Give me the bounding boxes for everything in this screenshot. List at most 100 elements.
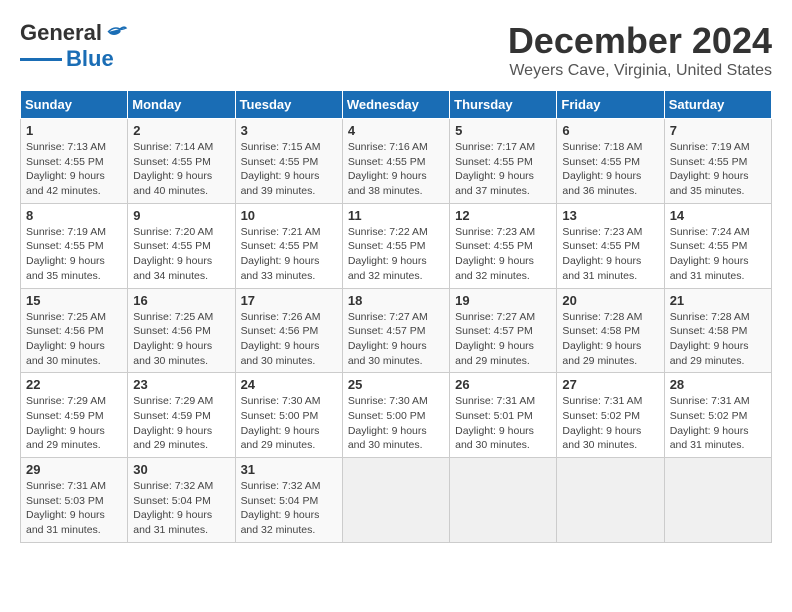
day-number: 29 bbox=[26, 462, 122, 477]
day-info: Sunrise: 7:32 AMSunset: 5:04 PMDaylight:… bbox=[241, 479, 337, 538]
day-info: Sunrise: 7:19 AMSunset: 4:55 PMDaylight:… bbox=[670, 140, 766, 199]
day-info: Sunrise: 7:31 AMSunset: 5:01 PMDaylight:… bbox=[455, 394, 551, 453]
table-row bbox=[450, 458, 557, 543]
table-row: 24Sunrise: 7:30 AMSunset: 5:00 PMDayligh… bbox=[235, 373, 342, 458]
day-info: Sunrise: 7:32 AMSunset: 5:04 PMDaylight:… bbox=[133, 479, 229, 538]
calendar-table: Sunday Monday Tuesday Wednesday Thursday… bbox=[20, 90, 772, 543]
table-row: 5 Sunrise: 7:17 AMSunset: 4:55 PMDaylight… bbox=[450, 119, 557, 204]
calendar-header-row: Sunday Monday Tuesday Wednesday Thursday… bbox=[21, 91, 772, 119]
table-row bbox=[664, 458, 771, 543]
header-thursday: Thursday bbox=[450, 91, 557, 119]
day-info: Sunrise: 7:30 AMSunset: 5:00 PMDaylight:… bbox=[348, 394, 444, 453]
table-row: 22Sunrise: 7:29 AMSunset: 4:59 PMDayligh… bbox=[21, 373, 128, 458]
day-info: Sunrise: 7:28 AMSunset: 4:58 PMDaylight:… bbox=[670, 310, 766, 369]
table-row: 1Sunrise: 7:13 AMSunset: 4:55 PMDaylight… bbox=[21, 119, 128, 204]
table-row: 4Sunrise: 7:16 AMSunset: 4:55 PMDaylight… bbox=[342, 119, 449, 204]
day-number: 20 bbox=[562, 293, 658, 308]
day-number: 16 bbox=[133, 293, 229, 308]
day-info: Sunrise: 7:25 AMSunset: 4:56 PMDaylight:… bbox=[133, 310, 229, 369]
day-info: Sunrise: 7:17 AMSunset: 4:55 PMDaylight:… bbox=[455, 140, 551, 199]
calendar-week-row: 29Sunrise: 7:31 AMSunset: 5:03 PMDayligh… bbox=[21, 458, 772, 543]
day-number: 7 bbox=[670, 123, 766, 138]
day-info: Sunrise: 7:27 AMSunset: 4:57 PMDaylight:… bbox=[348, 310, 444, 369]
table-row: 18 Sunrise: 7:27 AMSunset: 4:57 PMDayligh… bbox=[342, 288, 449, 373]
day-info: Sunrise: 7:14 AMSunset: 4:55 PMDaylight:… bbox=[133, 140, 229, 199]
table-row: 12 Sunrise: 7:23 AMSunset: 4:55 PMDayligh… bbox=[450, 203, 557, 288]
table-row: 6 Sunrise: 7:18 AMSunset: 4:55 PMDaylight… bbox=[557, 119, 664, 204]
day-number: 12 bbox=[455, 208, 551, 223]
header-monday: Monday bbox=[128, 91, 235, 119]
day-number: 3 bbox=[241, 123, 337, 138]
day-number: 23 bbox=[133, 377, 229, 392]
day-info: Sunrise: 7:31 AMSunset: 5:02 PMDaylight:… bbox=[670, 394, 766, 453]
day-info: Sunrise: 7:22 AMSunset: 4:55 PMDaylight:… bbox=[348, 225, 444, 284]
table-row: 13 Sunrise: 7:23 AMSunset: 4:55 PMDayligh… bbox=[557, 203, 664, 288]
day-info: Sunrise: 7:18 AMSunset: 4:55 PMDaylight:… bbox=[562, 140, 658, 199]
header-saturday: Saturday bbox=[664, 91, 771, 119]
day-number: 17 bbox=[241, 293, 337, 308]
day-info: Sunrise: 7:26 AMSunset: 4:56 PMDaylight:… bbox=[241, 310, 337, 369]
day-info: Sunrise: 7:15 AMSunset: 4:55 PMDaylight:… bbox=[241, 140, 337, 199]
day-number: 1 bbox=[26, 123, 122, 138]
day-number: 13 bbox=[562, 208, 658, 223]
day-info: Sunrise: 7:25 AMSunset: 4:56 PMDaylight:… bbox=[26, 310, 122, 369]
table-row: 10 Sunrise: 7:21 AMSunset: 4:55 PMDayligh… bbox=[235, 203, 342, 288]
table-row: 20 Sunrise: 7:28 AMSunset: 4:58 PMDayligh… bbox=[557, 288, 664, 373]
table-row: 21 Sunrise: 7:28 AMSunset: 4:58 PMDayligh… bbox=[664, 288, 771, 373]
day-info: Sunrise: 7:20 AMSunset: 4:55 PMDaylight:… bbox=[133, 225, 229, 284]
day-info: Sunrise: 7:29 AMSunset: 4:59 PMDaylight:… bbox=[133, 394, 229, 453]
table-row: 3 Sunrise: 7:15 AMSunset: 4:55 PMDaylight… bbox=[235, 119, 342, 204]
table-row: 9 Sunrise: 7:20 AMSunset: 4:55 PMDaylight… bbox=[128, 203, 235, 288]
table-row: 30 Sunrise: 7:32 AMSunset: 5:04 PMDayligh… bbox=[128, 458, 235, 543]
calendar-week-row: 1Sunrise: 7:13 AMSunset: 4:55 PMDaylight… bbox=[21, 119, 772, 204]
table-row: 15 Sunrise: 7:25 AMSunset: 4:56 PMDayligh… bbox=[21, 288, 128, 373]
table-row: 17 Sunrise: 7:26 AMSunset: 4:56 PMDayligh… bbox=[235, 288, 342, 373]
day-number: 18 bbox=[348, 293, 444, 308]
day-number: 27 bbox=[562, 377, 658, 392]
table-row: 11Sunrise: 7:22 AMSunset: 4:55 PMDayligh… bbox=[342, 203, 449, 288]
day-number: 21 bbox=[670, 293, 766, 308]
logo: General Blue bbox=[20, 20, 128, 72]
day-number: 5 bbox=[455, 123, 551, 138]
table-row: 14Sunrise: 7:24 AMSunset: 4:55 PMDayligh… bbox=[664, 203, 771, 288]
day-number: 19 bbox=[455, 293, 551, 308]
day-number: 8 bbox=[26, 208, 122, 223]
logo-bird-icon bbox=[106, 24, 128, 40]
table-row: 29Sunrise: 7:31 AMSunset: 5:03 PMDayligh… bbox=[21, 458, 128, 543]
month-title: December 2024 bbox=[508, 20, 772, 62]
table-row: 28 Sunrise: 7:31 AMSunset: 5:02 PMDayligh… bbox=[664, 373, 771, 458]
day-info: Sunrise: 7:30 AMSunset: 5:00 PMDaylight:… bbox=[241, 394, 337, 453]
day-info: Sunrise: 7:21 AMSunset: 4:55 PMDaylight:… bbox=[241, 225, 337, 284]
table-row: 7 Sunrise: 7:19 AMSunset: 4:55 PMDaylight… bbox=[664, 119, 771, 204]
header-tuesday: Tuesday bbox=[235, 91, 342, 119]
table-row: 25Sunrise: 7:30 AMSunset: 5:00 PMDayligh… bbox=[342, 373, 449, 458]
day-number: 30 bbox=[133, 462, 229, 477]
day-number: 14 bbox=[670, 208, 766, 223]
header-sunday: Sunday bbox=[21, 91, 128, 119]
day-number: 15 bbox=[26, 293, 122, 308]
day-number: 9 bbox=[133, 208, 229, 223]
table-row bbox=[342, 458, 449, 543]
calendar-week-row: 15 Sunrise: 7:25 AMSunset: 4:56 PMDayligh… bbox=[21, 288, 772, 373]
calendar-week-row: 8Sunrise: 7:19 AMSunset: 4:55 PMDaylight… bbox=[21, 203, 772, 288]
table-row: 8Sunrise: 7:19 AMSunset: 4:55 PMDaylight… bbox=[21, 203, 128, 288]
day-info: Sunrise: 7:31 AMSunset: 5:02 PMDaylight:… bbox=[562, 394, 658, 453]
table-row bbox=[557, 458, 664, 543]
table-row: 31 Sunrise: 7:32 AMSunset: 5:04 PMDayligh… bbox=[235, 458, 342, 543]
day-info: Sunrise: 7:23 AMSunset: 4:55 PMDaylight:… bbox=[562, 225, 658, 284]
table-row: 26 Sunrise: 7:31 AMSunset: 5:01 PMDayligh… bbox=[450, 373, 557, 458]
day-info: Sunrise: 7:23 AMSunset: 4:55 PMDaylight:… bbox=[455, 225, 551, 284]
day-info: Sunrise: 7:28 AMSunset: 4:58 PMDaylight:… bbox=[562, 310, 658, 369]
day-info: Sunrise: 7:16 AMSunset: 4:55 PMDaylight:… bbox=[348, 140, 444, 199]
day-number: 2 bbox=[133, 123, 229, 138]
title-section: December 2024 Weyers Cave, Virginia, Uni… bbox=[508, 20, 772, 80]
day-info: Sunrise: 7:27 AMSunset: 4:57 PMDaylight:… bbox=[455, 310, 551, 369]
day-number: 31 bbox=[241, 462, 337, 477]
page-header: General Blue December 2024 Weyers Cave, … bbox=[20, 20, 772, 80]
day-number: 28 bbox=[670, 377, 766, 392]
day-number: 26 bbox=[455, 377, 551, 392]
logo-general: General bbox=[20, 20, 102, 46]
day-number: 6 bbox=[562, 123, 658, 138]
day-number: 10 bbox=[241, 208, 337, 223]
location: Weyers Cave, Virginia, United States bbox=[508, 62, 772, 80]
